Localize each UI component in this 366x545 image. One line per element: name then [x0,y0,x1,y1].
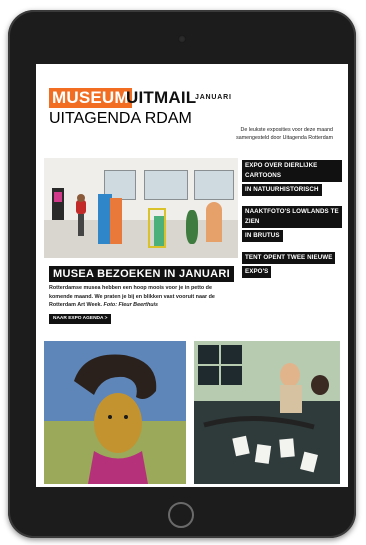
article-title[interactable]: MUSEA BEZOEKEN IN JANUARI [49,266,234,282]
painting-image[interactable] [194,341,340,484]
front-camera [178,35,186,43]
article-body-text: Rotterdam Art Week. [49,302,103,308]
email-screen: MUSEUM UITMAIL JANUARI UITAGENDA RDAM De… [36,64,348,487]
uitagenda-badge: UITAGENDA RDAM [49,110,192,127]
plant [186,210,198,244]
visitor-figure [76,200,86,214]
home-button[interactable] [168,502,194,528]
visitor-figure [77,194,85,202]
intro-text: De leukste exposities voor deze maand sa… [216,126,333,142]
sculpture [154,216,164,246]
visitor-figure [78,214,84,236]
newsletter-month: JANUARI [195,94,232,101]
tablet-device: MUSEUM UITMAIL JANUARI UITAGENDA RDAM De… [8,10,356,538]
artwork-frame [54,192,62,202]
logo-museum: MUSEUM [49,88,132,108]
article-body-line: Rotterdam Art Week. Foto: Fleur Beerthui… [49,301,241,310]
gallery-window [194,170,234,200]
painting-illustration [194,341,340,484]
intro-line: De leukste exposities voor deze maand [240,127,333,133]
side-headline-line: IN BRUTUS [242,230,283,242]
side-headline-line: EXPO'S [242,266,272,278]
intro-line: samengesteld door Uitagenda Rotterdam [236,135,333,141]
logo-uitmail: UITMAIL [126,88,197,107]
side-headline-line: TENT OPENT TWEE NIEUWE [242,252,336,264]
portrait-illustration [44,341,186,484]
article-body: Rotterdamse musea hebben een hoop moois … [49,284,241,310]
article-body-line: komende maand. We praten je bij en blikk… [49,293,215,300]
expo-agenda-button[interactable]: NAAR EXPO AGENDA > [49,314,112,324]
side-headline-line: IN NATUURHISTORISCH [242,184,322,196]
sculpture [206,202,222,242]
article-body-line: Rotterdamse musea hebben een hoop moois … [49,285,212,291]
portrait-image[interactable] [44,341,186,484]
side-headline-line: EXPO OVER DIERLIJKE CARTOONS [242,160,342,182]
side-headline[interactable]: NAAKTFOTO'S LOWLANDS TE ZIEN IN BRUTUS [242,206,342,244]
photo-credit: Foto: Fleur Beerthuis [103,302,159,308]
side-headline[interactable]: EXPO OVER DIERLIJKE CARTOONS IN NATUURHI… [242,160,342,198]
gallery-window [144,170,188,200]
side-headline[interactable]: TENT OPENT TWEE NIEUWE EXPO'S [242,252,336,280]
sculpture [110,198,122,244]
hero-gallery-image[interactable] [44,158,238,258]
side-headline-line: NAAKTFOTO'S LOWLANDS TE ZIEN [242,206,342,228]
